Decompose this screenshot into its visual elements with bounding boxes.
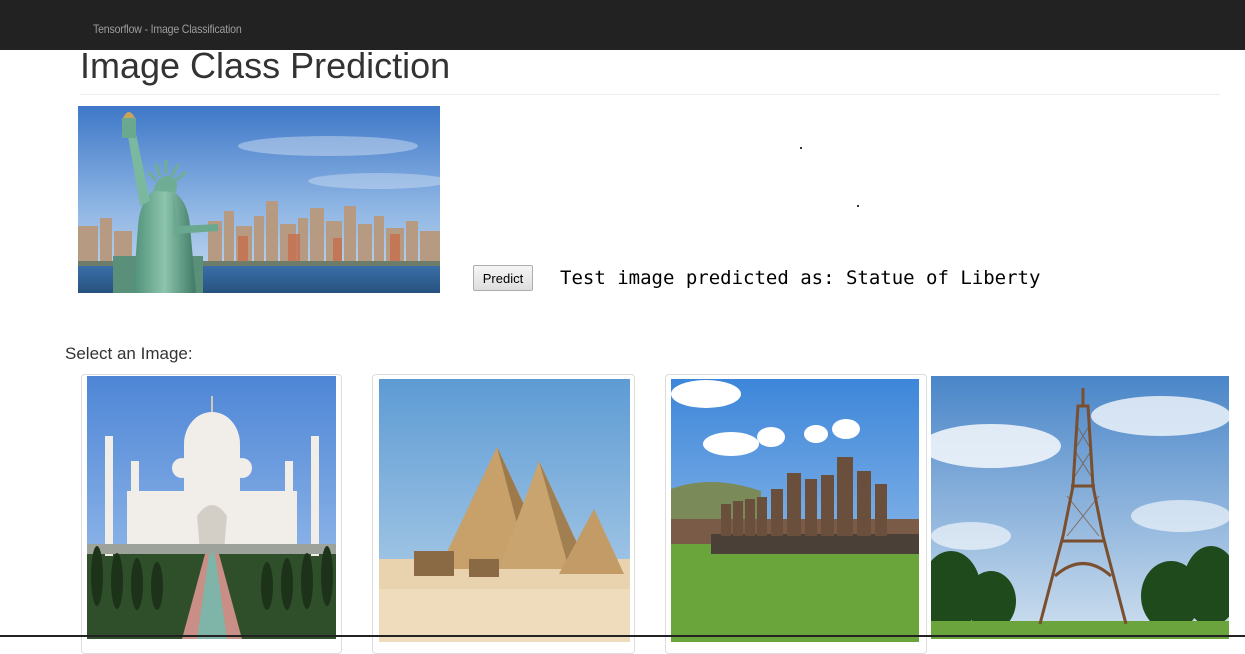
- prediction-result: Test image predicted as: Statue of Liber…: [560, 267, 1041, 289]
- predict-button[interactable]: Predict: [473, 265, 533, 291]
- page-title: Image Class Prediction: [80, 45, 451, 86]
- gallery-item-pyramids[interactable]: [372, 374, 635, 654]
- select-image-label: Select an Image:: [65, 344, 193, 363]
- gallery-item-eiffel-tower[interactable]: [931, 374, 1229, 654]
- navbar-brand[interactable]: Tensorflow - Image Classification: [93, 22, 242, 36]
- decorative-dot: [857, 205, 859, 207]
- gallery-item-moai[interactable]: [665, 374, 927, 654]
- title-divider: [80, 94, 1220, 95]
- test-image: [78, 106, 440, 293]
- navbar: Tensorflow - Image Classification: [0, 0, 1245, 50]
- decorative-dot: [800, 147, 802, 149]
- bottom-divider: [0, 635, 1245, 637]
- gallery-item-taj-mahal[interactable]: [81, 374, 342, 654]
